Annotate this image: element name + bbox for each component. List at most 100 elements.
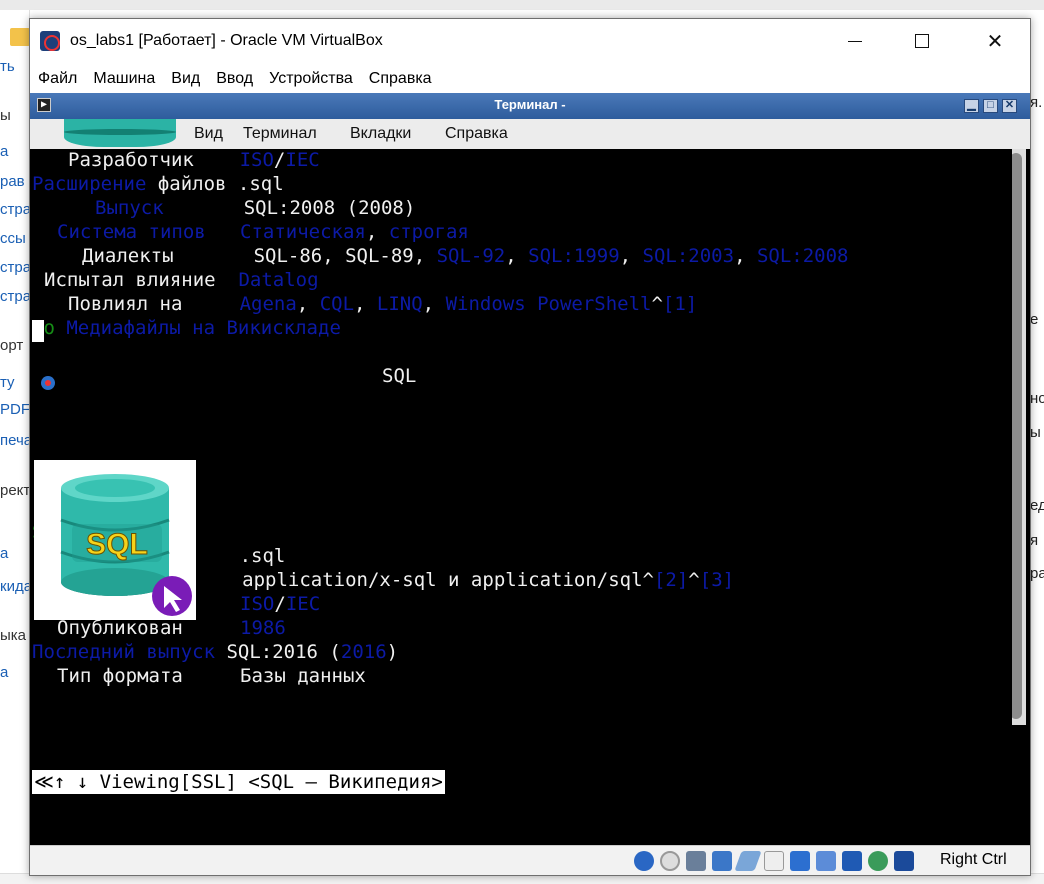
terminal-line: Ло Медиафайлы на Викискладе	[32, 317, 341, 340]
menu-help[interactable]: Справка	[369, 66, 432, 92]
terminal-link[interactable]: LINQ	[377, 293, 423, 315]
terminal-maximize-button[interactable]: □	[983, 99, 998, 113]
terminal-link[interactable]: [3]	[700, 569, 734, 591]
commons-icon	[41, 376, 55, 390]
terminal-link[interactable]: IEC	[285, 149, 319, 171]
terminal-link[interactable]: Последний выпуск	[32, 641, 215, 663]
terminal-link[interactable]: Выпуск	[95, 197, 164, 219]
terminal-text: файлов .sql	[146, 173, 284, 195]
background-left-fragment[interactable]: ту	[0, 374, 15, 391]
terminal-link[interactable]: [2]	[654, 569, 688, 591]
terminal-link[interactable]: Медиафайлы на Викискладе	[66, 317, 341, 339]
background-left-fragment[interactable]: печа	[0, 432, 29, 449]
background-left-fragment[interactable]: ть	[0, 58, 15, 75]
background-left-fragment[interactable]: ссы	[0, 230, 26, 247]
folder-icon	[10, 28, 30, 46]
maximize-icon	[915, 34, 929, 48]
menu-machine[interactable]: Машина	[93, 66, 155, 92]
terminal-text: Разработчик	[68, 149, 240, 171]
terminal-menu-view[interactable]: Вид	[194, 125, 223, 143]
text-cursor	[32, 320, 44, 342]
terminal-content[interactable]: Разработчик ISO/IEC Расширение файлов .sq…	[30, 149, 1012, 725]
background-left-fragment[interactable]: кида	[0, 578, 29, 595]
terminal-close-button[interactable]: ✕	[1002, 99, 1017, 113]
background-right-fragment: ед	[1030, 497, 1044, 514]
terminal-link[interactable]: SQL:1999	[528, 245, 620, 267]
terminal-link[interactable]: SQL:2003	[643, 245, 735, 267]
minimize-button[interactable]	[823, 19, 887, 63]
menu-input[interactable]: Ввод	[216, 66, 253, 92]
hard-disk-icon[interactable]	[634, 851, 654, 871]
terminal-link[interactable]: 2016	[341, 641, 387, 663]
shared-folders-icon[interactable]	[764, 851, 784, 871]
terminal-menu-help[interactable]: Справка	[445, 125, 508, 143]
terminal-link[interactable]: CQL	[320, 293, 354, 315]
terminal-text: Опубликован	[57, 617, 241, 639]
terminal-text: Тип формата Базы данных	[57, 665, 366, 687]
terminal-link[interactable]: Система типов	[57, 221, 206, 243]
close-button[interactable]: ✕	[963, 19, 1027, 63]
audio-icon[interactable]	[686, 851, 706, 871]
maximize-button[interactable]	[890, 19, 954, 63]
terminal-text: .sql	[182, 545, 286, 567]
background-right-fragment: е	[1030, 311, 1039, 328]
guest-screen[interactable]: ▶ Терминал - ▁ □ ✕ Вид Терминал Вкладки …	[30, 93, 1030, 845]
terminal-text: )	[386, 641, 399, 663]
terminal-link[interactable]: строгая	[389, 221, 469, 243]
optical-drive-icon[interactable]	[660, 851, 680, 871]
terminal-link[interactable]: Datalog	[238, 269, 318, 291]
background-left-fragment[interactable]: рав	[0, 173, 25, 190]
terminal-link[interactable]: Статическая	[240, 221, 366, 243]
terminal-text: -тип application/x-sql и application/sql…	[127, 569, 654, 591]
terminal-titlebar[interactable]: ▶ Терминал - ▁ □ ✕	[30, 93, 1030, 119]
terminal-menu-tabs[interactable]: Вкладки	[350, 125, 411, 143]
terminal-text: SQL	[382, 365, 417, 387]
terminal-line: Система типов Статическая, строгая	[57, 221, 469, 244]
terminal-line: Выпуск SQL:2008 (2008)	[95, 197, 415, 220]
terminal-link[interactable]: 1986	[240, 617, 286, 639]
terminal-text: Повлиял на	[68, 293, 240, 315]
host-key-label: Right Ctrl	[940, 851, 1007, 868]
background-left-fragment[interactable]: стра	[0, 288, 29, 305]
sql-database-image: SQL	[34, 460, 196, 620]
menu-file[interactable]: Файл	[38, 66, 77, 92]
terminal-text: /	[273, 149, 286, 171]
background-left-fragment[interactable]: а	[0, 664, 8, 681]
display-icon[interactable]	[790, 851, 810, 871]
background-left-fragment[interactable]: стра	[0, 259, 29, 276]
background-left-panel: ть ы а рав стра ссы стра стра орт ту PDF печа ректа а…	[0, 10, 30, 884]
cpu-icon[interactable]	[842, 851, 862, 871]
terminal-line: Тип формата Базы данных	[57, 665, 366, 688]
background-right-fragment: ы	[1030, 424, 1041, 441]
terminal-line: Диалекты SQL-86, SQL-89, SQL-92, SQL:199…	[82, 245, 848, 268]
background-left-fragment[interactable]: стра	[0, 201, 29, 218]
terminal-text: SQL:2008 (2008)	[163, 197, 416, 219]
terminal-link[interactable]: Agena	[240, 293, 297, 315]
terminal-link[interactable]: IEC	[286, 593, 320, 615]
close-icon: ✕	[986, 30, 1004, 53]
background-left-fragment[interactable]: PDF	[0, 401, 29, 418]
terminal-line: Разработчик ISO/IEC	[68, 149, 320, 172]
terminal-link[interactable]: Windows PowerShell	[446, 293, 652, 315]
terminal-link[interactable]: [1]	[663, 293, 697, 315]
menu-view[interactable]: Вид	[171, 66, 200, 92]
mouse-integration-icon[interactable]	[868, 851, 888, 871]
terminal-line: Повлиял на Agena, CQL, LINQ, Windows Pow…	[68, 293, 697, 316]
network-icon[interactable]	[712, 851, 732, 871]
usb-icon[interactable]	[734, 851, 762, 871]
terminal-menu-terminal[interactable]: Терминал	[243, 125, 317, 143]
terminal-link[interactable]: ISO	[240, 593, 274, 615]
terminal-link[interactable]: Расширение	[32, 173, 146, 195]
terminal-link[interactable]: SQL:2008	[757, 245, 849, 267]
menu-devices[interactable]: Устройства	[269, 66, 353, 92]
keyboard-capture-icon[interactable]	[894, 851, 914, 871]
terminal-link[interactable]: ISO	[240, 149, 274, 171]
recording-icon[interactable]	[816, 851, 836, 871]
sql-logo-overlay-fragment	[64, 119, 176, 147]
terminal-minimize-button[interactable]: ▁	[964, 99, 979, 113]
background-left-fragment[interactable]: а	[0, 545, 8, 562]
background-left-fragment[interactable]: а	[0, 143, 8, 160]
terminal-link[interactable]: SQL-92	[437, 245, 506, 267]
